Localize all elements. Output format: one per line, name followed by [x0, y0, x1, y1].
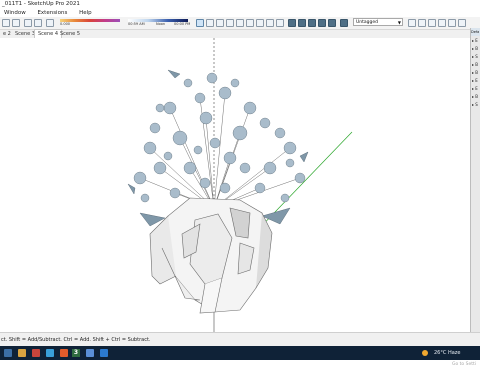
- toolbar: 0.000 00:59 AM Noon 00:00 PM: [0, 17, 480, 30]
- app-badge-icon[interactable]: 3: [72, 349, 80, 357]
- view-front-icon[interactable]: [428, 19, 436, 27]
- print-icon[interactable]: [24, 19, 32, 27]
- menu-window[interactable]: Window: [4, 10, 26, 16]
- shadow-settings-control[interactable]: 0.000 00:59 AM Noon 00:00 PM: [60, 19, 191, 27]
- view-back-icon[interactable]: [448, 19, 456, 27]
- select-tool-icon[interactable]: [196, 19, 204, 27]
- undo-icon[interactable]: [2, 19, 10, 27]
- sketchup-icon[interactable]: [60, 349, 68, 357]
- rectangle-tool-icon[interactable]: [226, 19, 234, 27]
- menu-bar: Window Extensions Help: [0, 9, 160, 17]
- watermark-line2: Go to Setti: [452, 362, 477, 367]
- view-right-icon[interactable]: [438, 19, 446, 27]
- tray-panel-3[interactable]: ▸ S: [472, 54, 480, 60]
- store-icon[interactable]: [86, 349, 94, 357]
- tray-panel-9[interactable]: ▸ S: [472, 102, 480, 108]
- tray-panel-1[interactable]: ▸ E: [472, 38, 480, 44]
- zoom-extents-icon[interactable]: [318, 19, 326, 27]
- eraser-icon[interactable]: [206, 19, 214, 27]
- vase: [149, 197, 273, 314]
- title-bar: _011T1 - SketchUp Pro 2021: [0, 0, 480, 9]
- weather-icon[interactable]: [422, 350, 428, 356]
- warehouse-icon[interactable]: [328, 19, 336, 27]
- day-scale-end: 00:00 PM: [174, 22, 191, 26]
- tray-panel-7[interactable]: ▸ E: [472, 86, 480, 92]
- push-pull-icon[interactable]: [236, 19, 244, 27]
- model-info-icon[interactable]: [46, 19, 54, 27]
- browser-icon[interactable]: [46, 349, 54, 357]
- tab-scene-5[interactable]: Scene 5: [57, 30, 83, 38]
- tag-select-value: Untagged: [356, 20, 379, 25]
- flower-heads: [133, 72, 306, 203]
- zoom-icon[interactable]: [308, 19, 316, 27]
- tag-select[interactable]: Untagged ▼: [353, 18, 403, 26]
- mail-icon[interactable]: [100, 349, 108, 357]
- model-viewport[interactable]: Activate W Go to Setti: [0, 38, 476, 367]
- taskbar: 3 26°C Haze: [0, 346, 480, 360]
- redo-icon[interactable]: [12, 19, 20, 27]
- tray-panel-5[interactable]: ▸ B: [472, 70, 480, 76]
- pan-icon[interactable]: [298, 19, 306, 27]
- status-text: ct. Shift = Add/Subtract. Ctrl = Add. Sh…: [1, 337, 151, 343]
- tray-panel-2[interactable]: ▸ B: [472, 46, 480, 52]
- day-scale-start: 00:59 AM: [128, 22, 145, 26]
- tape-measure-icon[interactable]: [266, 19, 274, 27]
- default-tray: Defa ▸ E ▸ B ▸ S ▸ B ▸ B ▸ E ▸ E ▸ B ▸ S: [470, 28, 480, 332]
- view-left-icon[interactable]: [458, 19, 466, 27]
- menu-help[interactable]: Help: [79, 10, 92, 16]
- day-scale-noon: Noon: [156, 22, 166, 26]
- app-icon[interactable]: [32, 349, 40, 357]
- start-icon[interactable]: [4, 349, 12, 357]
- move-tool-icon[interactable]: [246, 19, 254, 27]
- view-top-icon[interactable]: [418, 19, 426, 27]
- menu-extensions[interactable]: Extensions: [37, 10, 67, 16]
- tray-panel-8[interactable]: ▸ B: [472, 94, 480, 100]
- orbit-icon[interactable]: [288, 19, 296, 27]
- model-canvas: [127, 38, 353, 332]
- tray-panel-6[interactable]: ▸ E: [472, 78, 480, 84]
- file-explorer-icon[interactable]: [18, 349, 26, 357]
- save-icon[interactable]: [34, 19, 42, 27]
- status-bar: ct. Shift = Add/Subtract. Ctrl = Add. Sh…: [0, 332, 480, 347]
- chevron-down-icon: ▼: [397, 20, 401, 25]
- paint-bucket-icon[interactable]: [276, 19, 284, 27]
- flower-stems: [139, 92, 301, 209]
- tray-panel-4[interactable]: ▸ B: [472, 62, 480, 68]
- tray-header[interactable]: Defa: [471, 28, 480, 36]
- rotate-tool-icon[interactable]: [256, 19, 264, 27]
- weather-text: 26°C Haze: [434, 350, 461, 356]
- line-tool-icon[interactable]: [216, 19, 224, 27]
- view-iso-icon[interactable]: [408, 19, 416, 27]
- window-title: _011T1 - SketchUp Pro 2021: [2, 1, 80, 7]
- tag-icon[interactable]: [340, 19, 348, 27]
- year-scale-start: 0.000: [60, 22, 71, 26]
